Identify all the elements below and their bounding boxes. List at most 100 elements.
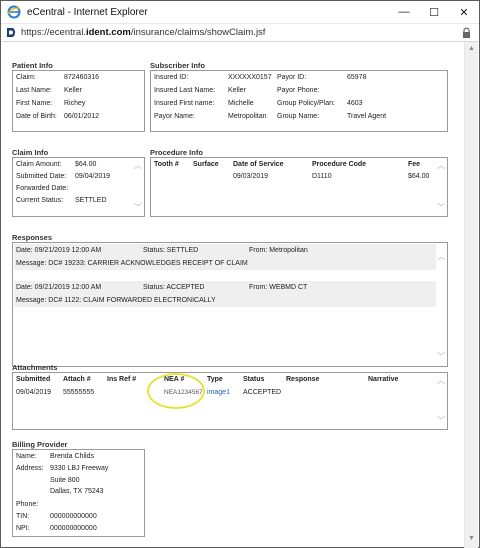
procedure-fee: $64.00 [408, 173, 430, 180]
provider-address-line2: Suite 800 [50, 477, 80, 484]
scroll-down-icon[interactable]: ﹀ [437, 202, 445, 213]
billing-provider-heading: Billing Provider [12, 440, 68, 449]
response-status: Status: SETTLED [143, 247, 199, 254]
attachment-type-link[interactable]: image1 [207, 389, 230, 396]
page-scrollbar[interactable]: ▲ ▼ [464, 42, 478, 548]
url-prefix: https://ecentral. [21, 27, 86, 38]
patient-info-panel: Claim: 872460316 Last Name: Keller First… [12, 70, 145, 132]
response-date: Date: 09/21/2019 12:00 AM [16, 284, 102, 291]
claim-info-heading: Claim Info [12, 148, 49, 157]
insured-id-value: XXXXXX0157 [228, 74, 272, 81]
last-name-label: Last Name: [16, 87, 52, 94]
col-fee: Fee [408, 161, 421, 168]
scroll-down-icon[interactable]: ﹀ [437, 415, 445, 426]
provider-phone-label: Phone: [16, 501, 39, 508]
url-domain: ident.com [85, 27, 131, 38]
submitted-date-label: Submitted Date: [16, 173, 67, 180]
current-status-label: Current Status: [16, 197, 64, 204]
group-policy-label: Group Policy/Plan: [277, 100, 335, 107]
col-procedure-code: Procedure Code [312, 161, 367, 168]
col-ins-ref: Ins Ref # [107, 376, 137, 383]
response-item: Date: 09/21/2019 12:00 AM Status: SETTLE… [14, 244, 436, 270]
dob-value: 06/01/2012 [64, 113, 100, 120]
claim-amount-label: Claim Amount: [16, 161, 62, 168]
col-submitted: Submitted [16, 376, 51, 383]
subscriber-info-panel: Insured ID: XXXXXX0157 Insured Last Name… [150, 70, 448, 132]
claim-amount-value: $64.00 [75, 161, 97, 168]
highlight-circle [147, 373, 205, 409]
last-name-value: Keller [64, 87, 82, 94]
payor-name-value: Metropolitan [228, 113, 267, 120]
payor-phone-label: Payor Phone: [277, 87, 320, 94]
scroll-up-icon[interactable]: ︿ [134, 160, 142, 171]
title-bar: eCentral - Internet Explorer — ☐ ✕ [1, 1, 479, 23]
current-status-value: SETTLED [75, 197, 107, 204]
scroll-down-icon[interactable]: ▼ [468, 535, 475, 542]
insured-first-name-label: Insured First name: [154, 100, 215, 107]
response-status: Status: ACCEPTED [143, 284, 205, 291]
col-status: Status [243, 376, 265, 383]
scroll-down-icon[interactable]: ﹀ [437, 351, 445, 362]
claim-value: 872460316 [64, 74, 100, 81]
response-from: From: WEBMD CT [249, 284, 308, 291]
provider-npi-label: NPI: [16, 525, 30, 532]
attachment-submitted: 09/04/2019 [16, 389, 52, 396]
minimize-button[interactable]: — [389, 1, 419, 23]
patient-info-heading: Patient Info [12, 61, 53, 70]
scroll-up-icon[interactable]: ▲ [468, 45, 475, 52]
close-button[interactable]: ✕ [449, 1, 479, 23]
col-type: Type [207, 376, 223, 383]
site-icon [6, 27, 17, 38]
group-policy-value: 4603 [347, 100, 363, 107]
group-name-label: Group Name: [277, 113, 320, 120]
provider-name-value: Brenda Childs [50, 453, 94, 460]
col-date-of-service: Date of Service [233, 161, 284, 168]
attachments-panel: Submitted Attach # Ins Ref # NEA # Type … [12, 372, 448, 430]
col-tooth: Tooth # [154, 161, 179, 168]
scroll-up-icon[interactable]: ︿ [437, 375, 445, 386]
address-bar[interactable]: https://ecentral.ident.com/insurance/cla… [1, 23, 479, 41]
scroll-up-icon[interactable]: ︿ [437, 160, 445, 171]
response-from: From: Metropolitan [249, 247, 308, 254]
payor-name-label: Payor Name: [154, 113, 195, 120]
procedure-info-panel: Tooth # Surface Date of Service Procedur… [150, 157, 448, 217]
provider-npi-value: 000000000000 [50, 525, 97, 532]
col-attach: Attach # [63, 376, 91, 383]
col-response: Response [286, 376, 320, 383]
procedure-date: 09/03/2019 [233, 173, 269, 180]
responses-heading: Responses [12, 233, 53, 242]
provider-address-label: Address: [16, 465, 44, 472]
url-text[interactable]: https://ecentral.ident.com/insurance/cla… [21, 27, 265, 38]
payor-id-value: 65978 [347, 74, 367, 81]
submitted-date-value: 09/04/2019 [75, 173, 111, 180]
attachment-number: 55555555 [63, 389, 95, 396]
dob-label: Date of Birth: [16, 113, 57, 120]
scroll-down-icon[interactable]: ﹀ [134, 202, 142, 213]
window-title: eCentral - Internet Explorer [27, 6, 148, 18]
attachment-status: ACCEPTED [243, 389, 282, 396]
subscriber-info-heading: Subscriber Info [150, 61, 206, 70]
insured-first-name-value: Michelle [228, 100, 254, 107]
response-message: Message: DC# 19233: CARRIER ACKNOWLEDGES… [16, 260, 248, 267]
group-name-value: Travel Agent [347, 113, 387, 120]
response-message: Message: DC# 1122: CLAIM FORWARDED ELECT… [16, 297, 216, 304]
procedure-code: D1110 [312, 173, 332, 180]
claim-info-panel: Claim Amount: $64.00 Submitted Date: 09/… [12, 157, 145, 217]
first-name-label: First Name: [16, 100, 53, 107]
col-surface: Surface [193, 161, 219, 168]
maximize-button[interactable]: ☐ [419, 1, 449, 23]
attachments-heading: Attachments [12, 363, 58, 372]
insured-last-name-value: Keller [228, 87, 246, 94]
col-narrative: Narrative [368, 376, 399, 383]
scroll-up-icon[interactable]: ︿ [437, 251, 445, 262]
billing-provider-panel: Name: Brenda Childs Address: 9330 LBJ Fr… [12, 449, 145, 537]
forwarded-date-label: Forwarded Date: [16, 185, 69, 192]
response-date: Date: 09/21/2019 12:00 AM [16, 247, 102, 254]
procedure-info-heading: Procedure Info [150, 148, 203, 157]
ie-icon [7, 5, 21, 19]
insured-last-name-label: Insured Last Name: [154, 87, 216, 94]
url-path: /insurance/claims/showClaim.jsf [130, 27, 266, 38]
provider-tin-label: TIN: [16, 513, 30, 520]
first-name-value: Richey [64, 100, 86, 107]
payor-id-label: Payor ID: [277, 74, 307, 81]
